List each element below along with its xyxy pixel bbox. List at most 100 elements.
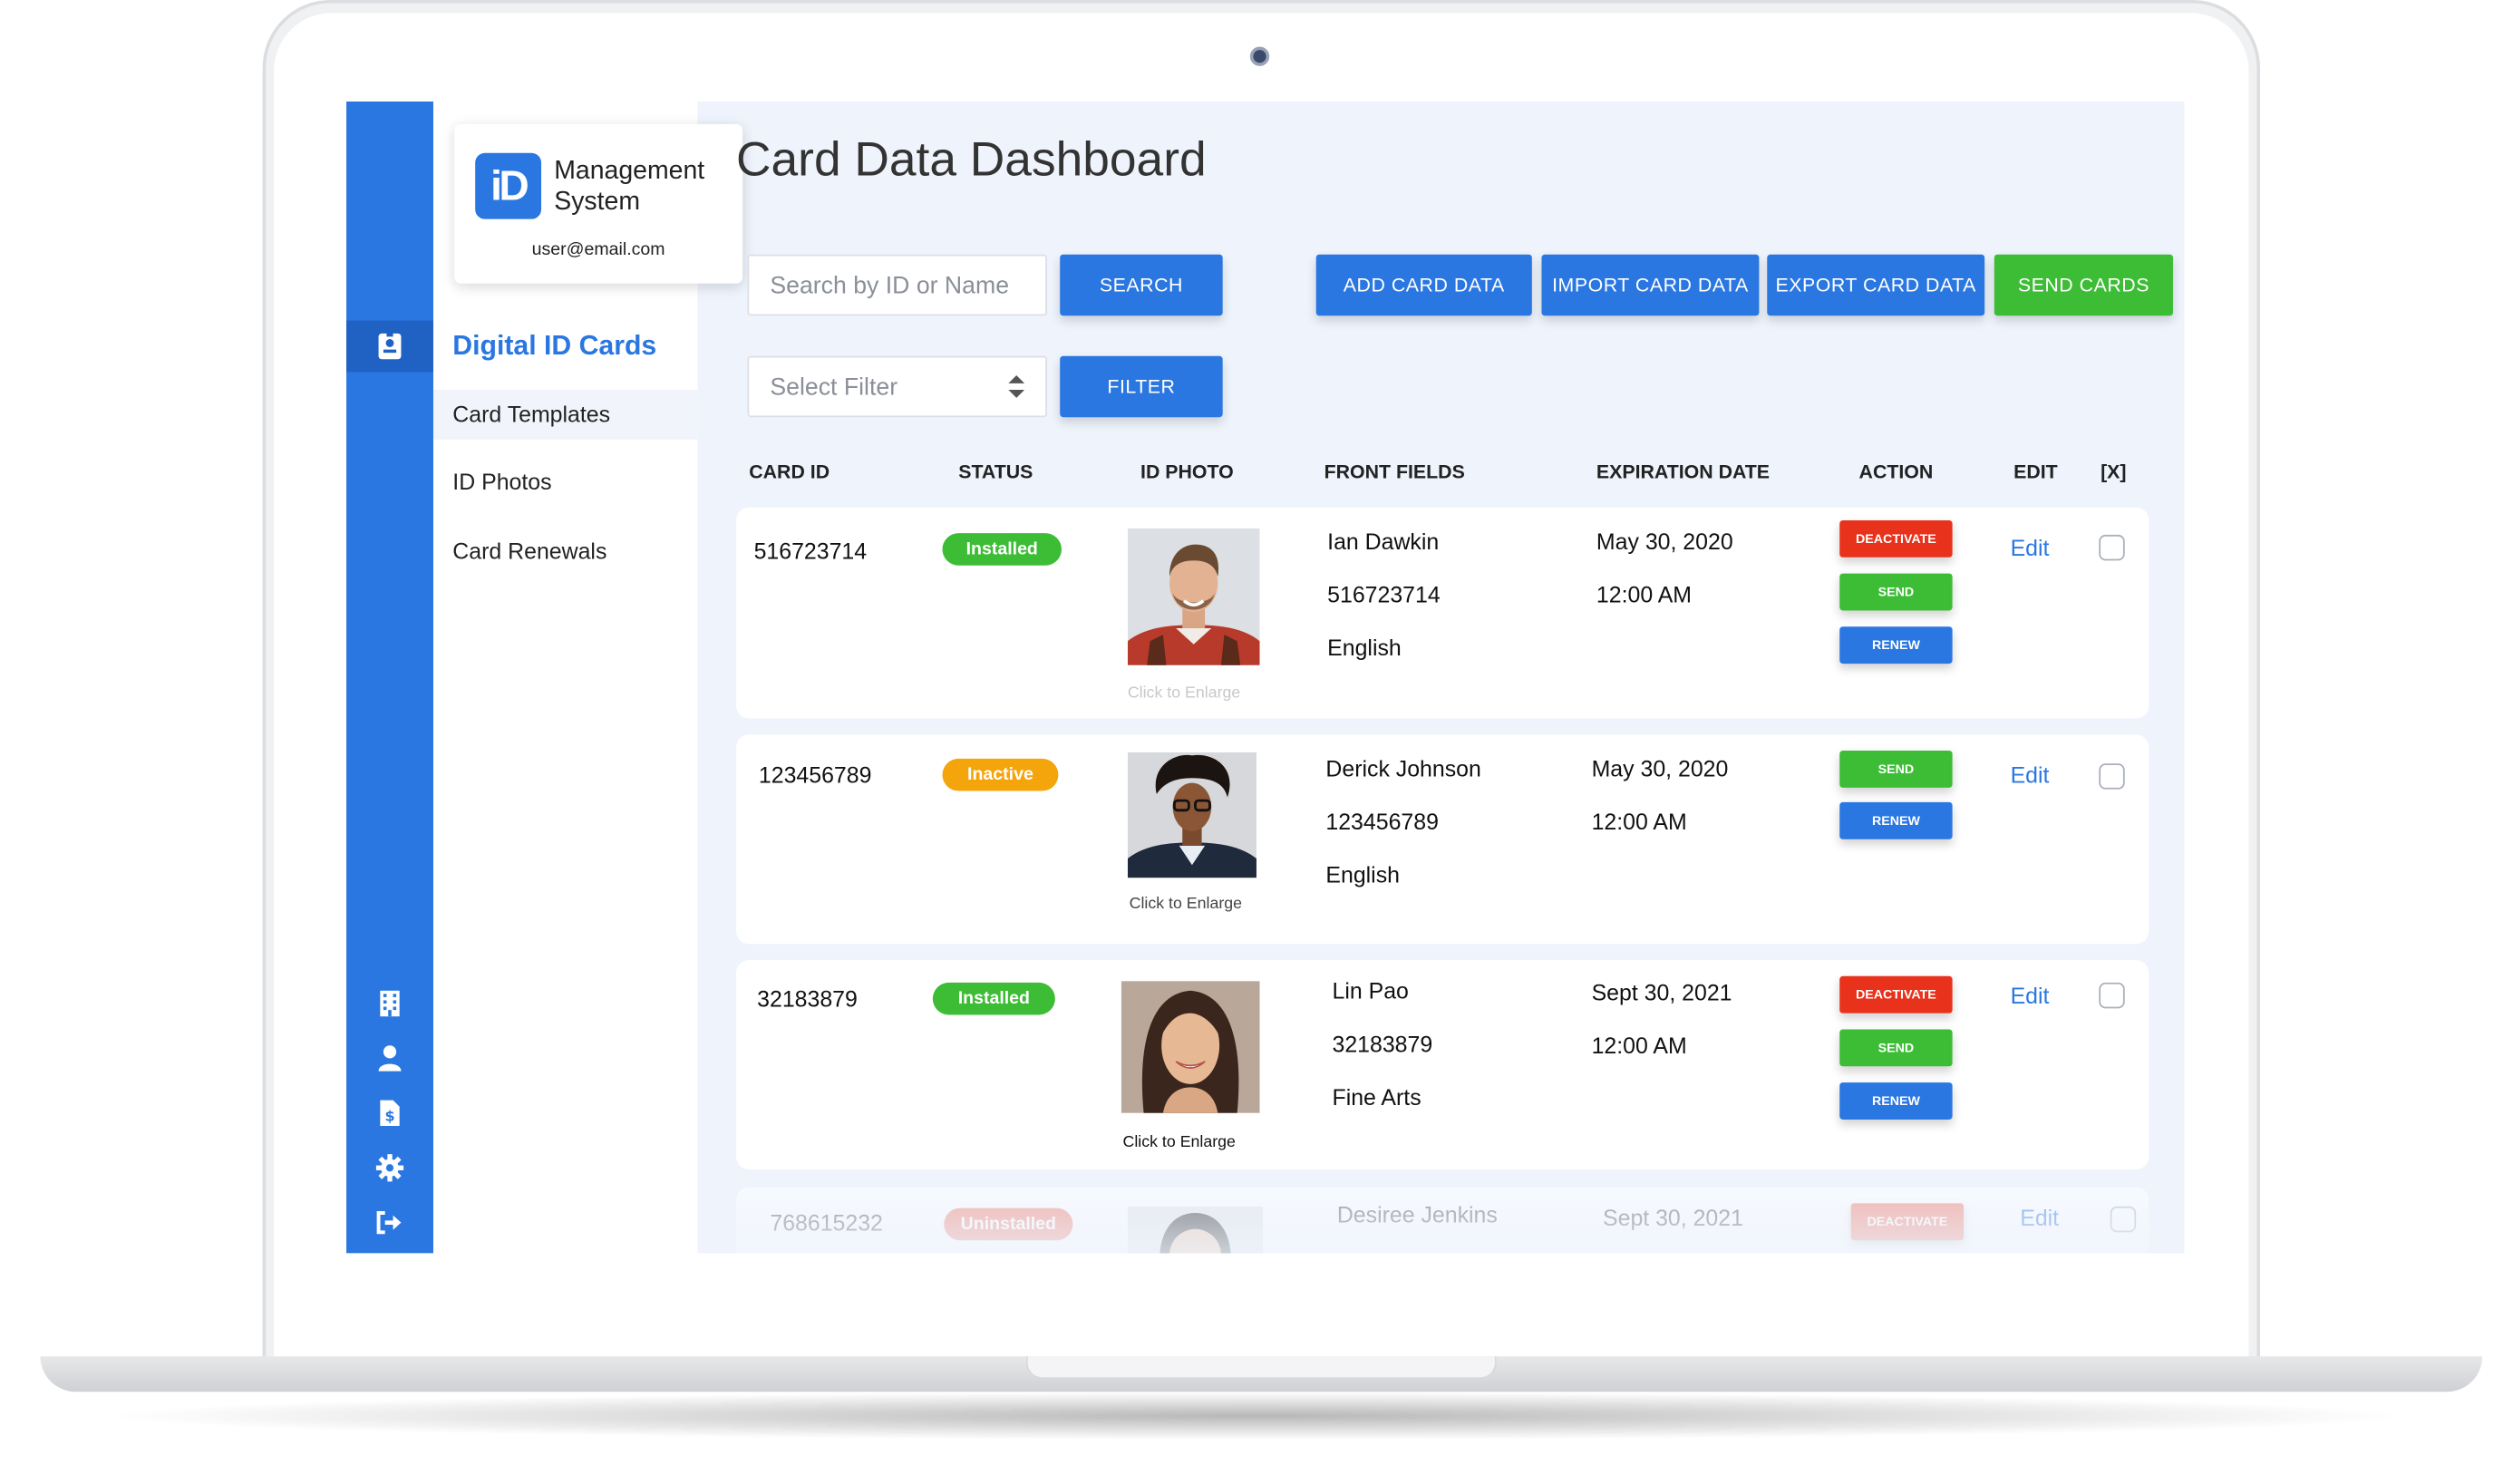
filter-placeholder: Select Filter: [770, 373, 898, 401]
export-card-data-button[interactable]: EXPORT CARD DATA: [1767, 254, 1985, 316]
edit-link[interactable]: Edit: [2011, 761, 2050, 787]
app-name-line1: Management: [554, 158, 705, 186]
building-icon[interactable]: [374, 987, 406, 1020]
expiration-time: 12:00 AM: [1591, 809, 1687, 835]
laptop-notch: [1025, 1356, 1497, 1380]
card-id: 768615232: [770, 1209, 883, 1236]
nav-item-label: ID Photos: [452, 469, 552, 495]
header-edit: EDIT: [2013, 461, 2058, 484]
renew-button[interactable]: RENEW: [1839, 1082, 1953, 1120]
click-to-enlarge-link[interactable]: Click to Enlarge: [1130, 896, 1242, 914]
logout-icon[interactable]: [374, 1207, 406, 1239]
header-front-fields: FRONT FIELDS: [1324, 461, 1465, 484]
side-panel: iD Management System user@email.com Digi…: [432, 101, 798, 1254]
status-label: Installed: [965, 539, 1038, 559]
deactivate-button[interactable]: DEACTIVATE: [1839, 975, 1953, 1014]
row-checkbox[interactable]: [2099, 763, 2125, 790]
header-expiration-date: EXPIRATION DATE: [1596, 461, 1771, 484]
add-card-data-button[interactable]: ADD CARD DATA: [1315, 254, 1532, 316]
user-email: user@email.com: [531, 239, 665, 260]
deactivate-button[interactable]: DEACTIVATE: [1839, 519, 1953, 558]
renew-label: RENEW: [1871, 813, 1920, 829]
send-label: SEND: [1877, 585, 1915, 600]
send-cards-button[interactable]: SEND CARDS: [1994, 254, 2174, 316]
send-button[interactable]: SEND: [1839, 751, 1953, 788]
user-icon[interactable]: [374, 1043, 406, 1075]
card-id: 516723714: [753, 538, 868, 564]
table-row: 516723714 Installed Click to Enlarge Ian…: [736, 507, 2149, 719]
import-card-data-button[interactable]: IMPORT CARD DATA: [1541, 254, 1760, 316]
app-logo: iD: [475, 152, 542, 219]
app-name-line2: System: [554, 188, 641, 217]
nav-item-label: Card Renewals: [452, 538, 607, 564]
front-field-name: Desiree Jenkins: [1336, 1201, 1498, 1227]
icon-rail: $: [346, 101, 433, 1254]
front-field-dept: English: [1327, 635, 1402, 661]
status-label: Uninstalled: [960, 1214, 1057, 1235]
front-field-id: 32183879: [1332, 1031, 1433, 1057]
table-row: 123456789 Inactive Click to Enlarge Deri…: [736, 734, 2149, 945]
front-field-name: Lin Pao: [1332, 977, 1409, 1004]
renew-button[interactable]: RENEW: [1839, 801, 1953, 839]
status-badge: Uninstalled: [944, 1208, 1073, 1241]
export-card-data-label: EXPORT CARD DATA: [1775, 274, 1976, 296]
page-title: Card Data Dashboard: [736, 133, 1207, 188]
row-checkbox[interactable]: [2110, 1206, 2137, 1233]
renew-label: RENEW: [1871, 637, 1920, 653]
send-button[interactable]: SEND: [1839, 1029, 1953, 1067]
card-id: 32183879: [757, 985, 858, 1012]
table-row: 768615232 Uninstalled Desiree Jenkins Se…: [736, 1187, 2149, 1254]
account-card: iD Management System user@email.com: [454, 123, 743, 284]
edit-link[interactable]: Edit: [2011, 535, 2050, 560]
front-field-dept: English: [1325, 861, 1400, 888]
nav-item-card-renewals[interactable]: Card Renewals: [433, 527, 697, 577]
nav-item-label: Card Templates: [452, 401, 611, 427]
header-status: STATUS: [958, 461, 1033, 484]
filter-select[interactable]: Select Filter: [747, 355, 1047, 418]
import-card-data-label: IMPORT CARD DATA: [1552, 274, 1749, 296]
header-select: [X]: [2101, 461, 2127, 484]
renew-button[interactable]: RENEW: [1839, 626, 1953, 664]
click-to-enlarge-link[interactable]: Click to Enlarge: [1122, 1134, 1235, 1152]
header-action: ACTION: [1858, 461, 1934, 484]
row-checkbox[interactable]: [2099, 982, 2125, 1009]
edit-link[interactable]: Edit: [2011, 983, 2050, 1008]
front-field-name: Derick Johnson: [1325, 755, 1481, 781]
send-button[interactable]: SEND: [1839, 573, 1953, 611]
front-field-id: 123456789: [1325, 809, 1439, 835]
filter-button[interactable]: FILTER: [1060, 355, 1223, 418]
id-photo[interactable]: [1127, 1206, 1264, 1254]
nav-item-id-photos[interactable]: ID Photos: [433, 458, 697, 508]
deactivate-label: DEACTIVATE: [1856, 987, 1936, 1003]
search-input[interactable]: Search by ID or Name: [747, 254, 1047, 316]
filter-button-label: FILTER: [1107, 375, 1176, 398]
search-button-label: SEARCH: [1099, 274, 1183, 296]
id-photo[interactable]: [1121, 981, 1260, 1113]
search-placeholder: Search by ID or Name: [770, 271, 1010, 299]
deactivate-label: DEACTIVATE: [1856, 531, 1936, 547]
row-checkbox[interactable]: [2099, 534, 2125, 561]
id-photo[interactable]: [1127, 528, 1260, 665]
logo-glyph: iD: [490, 160, 529, 209]
expiration-time: 12:00 AM: [1591, 1032, 1687, 1059]
card-id: 123456789: [758, 761, 872, 788]
app-screen: $ iD Management System user@email.com Di…: [346, 101, 2185, 1254]
front-field-name: Ian Dawkin: [1327, 528, 1440, 555]
click-to-enlarge-link[interactable]: Click to Enlarge: [1128, 684, 1240, 703]
select-arrows-icon: [1007, 372, 1026, 407]
status-label: Installed: [957, 989, 1030, 1009]
front-field-dept: Fine Arts: [1332, 1083, 1421, 1111]
header-card-id: CARD ID: [749, 461, 830, 484]
id-photo[interactable]: [1127, 752, 1256, 878]
id-card-icon[interactable]: [374, 330, 406, 363]
nav-section-title[interactable]: Digital ID Cards: [452, 330, 656, 363]
edit-link[interactable]: Edit: [2020, 1205, 2059, 1230]
invoice-icon[interactable]: $: [374, 1097, 406, 1130]
gear-icon[interactable]: [374, 1151, 406, 1184]
header-id-photo: ID PHOTO: [1140, 461, 1234, 484]
deactivate-button[interactable]: DEACTIVATE: [1850, 1203, 1965, 1241]
nav-item-card-templates[interactable]: Card Templates: [432, 390, 698, 441]
app-name: Management System: [554, 156, 704, 218]
renew-label: RENEW: [1871, 1093, 1920, 1109]
search-button[interactable]: SEARCH: [1060, 254, 1223, 316]
